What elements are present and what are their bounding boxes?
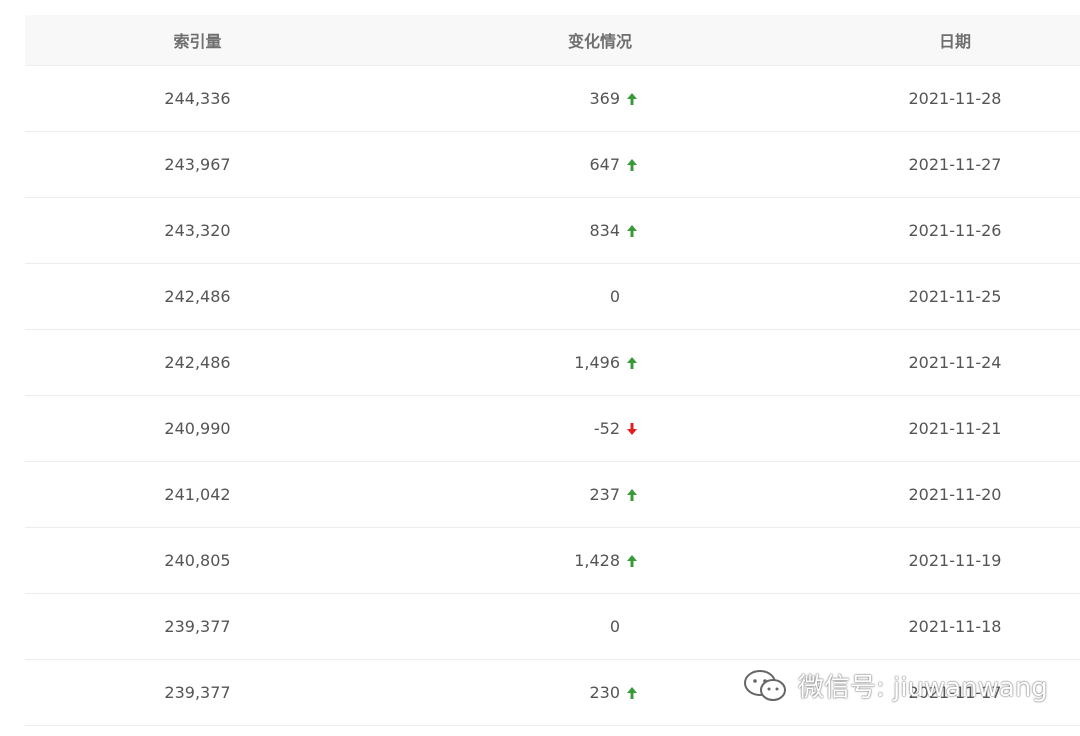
date-value: 2021-11-19 — [908, 551, 1002, 570]
arrow-up-icon — [624, 223, 640, 239]
arrow-up-icon — [624, 91, 640, 107]
date-value: 2021-11-18 — [908, 617, 1002, 636]
change-value: 369 — [589, 89, 620, 108]
change-cell: -52 — [370, 419, 830, 438]
index-value: 240,990 — [164, 419, 231, 438]
table-row: 244,336 369 2021-11-28 — [25, 66, 1080, 132]
table-row: 239,377 230 2021-11-17 — [25, 660, 1080, 726]
arrow-up-icon — [624, 553, 640, 569]
arrow-up-icon — [624, 487, 640, 503]
change-cell: 647 — [370, 155, 830, 174]
change-cell: 0 — [370, 287, 830, 306]
table-row: 240,805 1,428 2021-11-19 — [25, 528, 1080, 594]
change-value: 1,428 — [574, 551, 620, 570]
header-index: 索引量 — [173, 32, 222, 51]
date-value: 2021-11-21 — [908, 419, 1002, 438]
change-value: 834 — [589, 221, 620, 240]
index-value: 243,320 — [164, 221, 231, 240]
table-row: 240,990 -52 2021-11-21 — [25, 396, 1080, 462]
arrow-up-icon — [624, 355, 640, 371]
table-row: 243,967 647 2021-11-27 — [25, 132, 1080, 198]
table-body: 244,336 369 2021-11-28 243,967 647 2021-11-27… — [25, 66, 1080, 726]
header-date: 日期 — [938, 32, 971, 51]
change-value: 0 — [609, 287, 620, 306]
change-value: 1,496 — [574, 353, 620, 372]
table-row: 241,042 237 2021-11-20 — [25, 462, 1080, 528]
index-value: 242,486 — [164, 353, 231, 372]
index-value: 243,967 — [164, 155, 231, 174]
index-value: 239,377 — [164, 683, 231, 702]
table-row: 239,377 0 2021-11-18 — [25, 594, 1080, 660]
date-value: 2021-11-20 — [908, 485, 1002, 504]
change-value: 0 — [609, 617, 620, 636]
change-cell: 1,496 — [370, 353, 830, 372]
change-cell: 0 — [370, 617, 830, 636]
date-value: 2021-11-26 — [908, 221, 1002, 240]
index-table: 索引量 变化情况 日期 244,336 369 2021-11-28 243,967 6… — [25, 15, 1080, 726]
index-value: 239,377 — [164, 617, 231, 636]
change-cell: 230 — [370, 683, 830, 702]
index-value: 242,486 — [164, 287, 231, 306]
arrow-up-icon — [624, 685, 640, 701]
table-row: 243,320 834 2021-11-26 — [25, 198, 1080, 264]
table-header: 索引量 变化情况 日期 — [25, 15, 1080, 66]
change-cell: 1,428 — [370, 551, 830, 570]
index-value: 241,042 — [164, 485, 231, 504]
table-row: 242,486 1,496 2021-11-24 — [25, 330, 1080, 396]
change-value: 230 — [589, 683, 620, 702]
date-value: 2021-11-24 — [908, 353, 1002, 372]
change-value: 237 — [589, 485, 620, 504]
change-value: -52 — [593, 419, 620, 438]
change-cell: 369 — [370, 89, 830, 108]
arrow-up-icon — [624, 157, 640, 173]
index-value: 240,805 — [164, 551, 231, 570]
date-value: 2021-11-27 — [908, 155, 1002, 174]
date-value: 2021-11-17 — [908, 683, 1002, 702]
date-value: 2021-11-25 — [908, 287, 1002, 306]
change-value: 647 — [589, 155, 620, 174]
date-value: 2021-11-28 — [908, 89, 1002, 108]
header-change: 变化情况 — [567, 32, 632, 51]
arrow-down-icon — [624, 421, 640, 437]
table-row: 242,486 0 2021-11-25 — [25, 264, 1080, 330]
change-cell: 834 — [370, 221, 830, 240]
change-cell: 237 — [370, 485, 830, 504]
index-value: 244,336 — [164, 89, 231, 108]
